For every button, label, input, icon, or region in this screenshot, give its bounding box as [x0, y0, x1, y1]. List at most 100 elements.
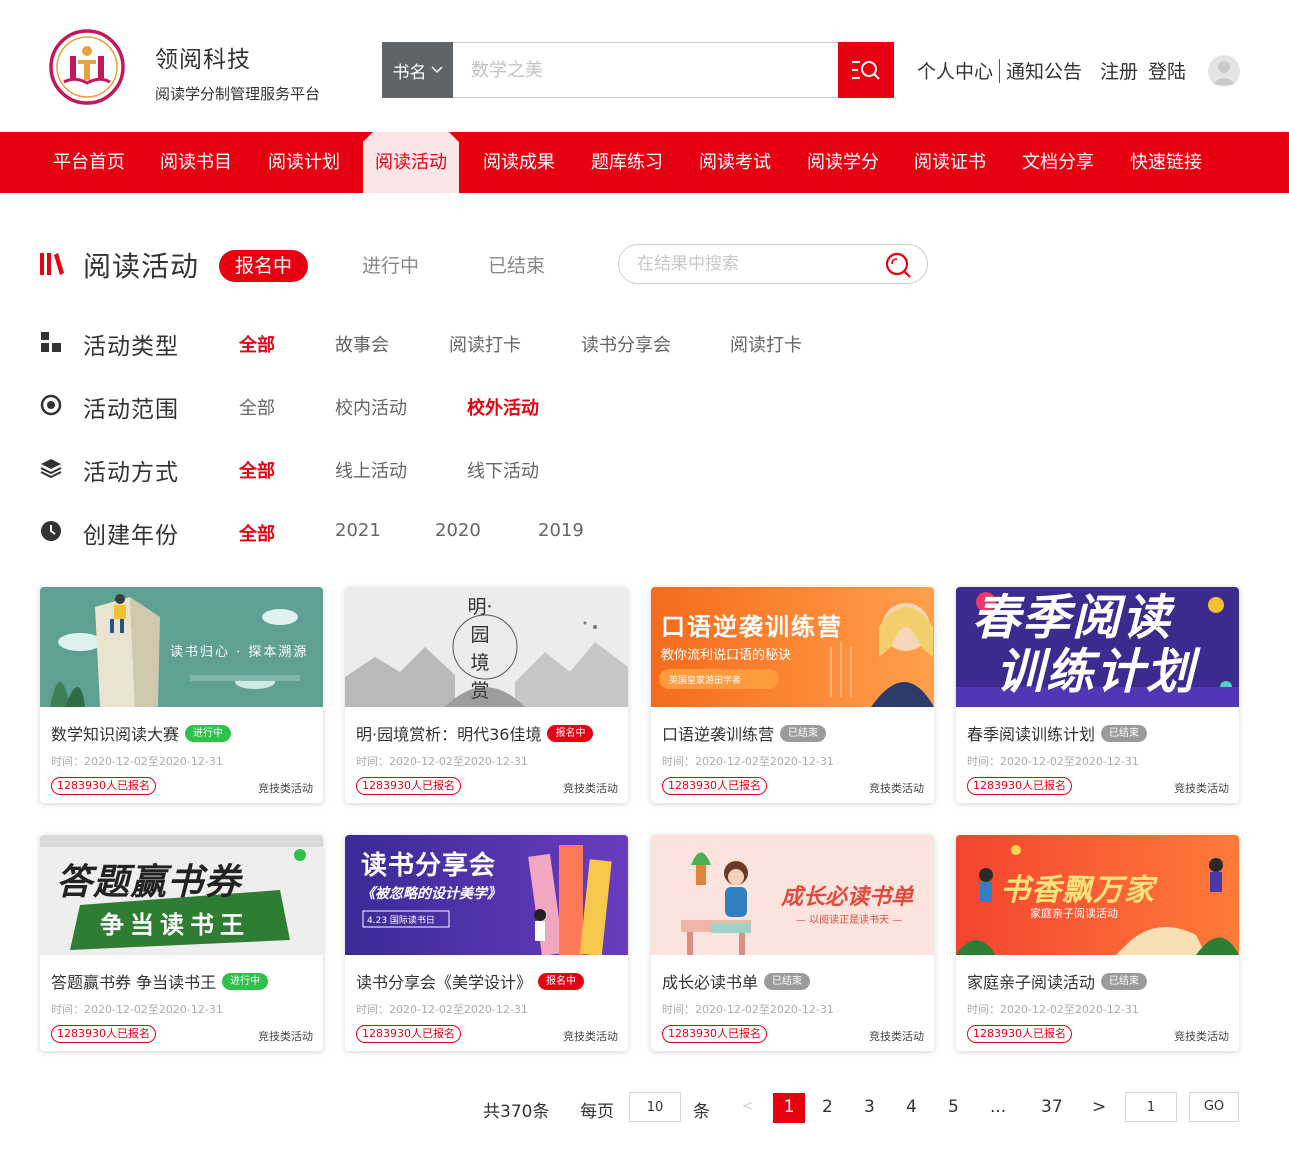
brand-logo-icon[interactable] — [48, 28, 126, 106]
filter-year-2019[interactable]: 2019 — [538, 520, 584, 541]
filter-mode-all[interactable]: 全部 — [239, 457, 275, 483]
filter-scope-campus[interactable]: 校内活动 — [335, 394, 407, 420]
filter-type-sharing[interactable]: 读书分享会 — [581, 331, 671, 357]
page-3[interactable]: 3 — [864, 1093, 875, 1123]
card-type: 竞技类活动 — [869, 1030, 924, 1043]
per-page-label: 每页 — [580, 1102, 614, 1122]
activity-card[interactable]: 书香飘万家 家庭亲子阅读活动 家庭亲子阅读活动 已结束 时间：2020-12-02… — [956, 835, 1239, 1051]
nav-item-plan[interactable]: 阅读计划 — [268, 132, 340, 193]
page-4[interactable]: 4 — [906, 1093, 917, 1123]
filter-scope-all[interactable]: 全部 — [239, 394, 275, 420]
registration-count: 1283930人已报名 — [662, 777, 767, 795]
page-2[interactable]: 2 — [822, 1093, 833, 1123]
card-banner-tag: 4.23 国际读书日 — [367, 916, 435, 926]
nav-item-booklist[interactable]: 阅读书目 — [160, 132, 232, 193]
card-title-text: 数学知识阅读大赛 — [51, 725, 180, 744]
card-banner: 成长必读书单 — 以阅读正是读书天 — — [651, 835, 934, 955]
card-title: 数学知识阅读大赛 进行中 — [51, 721, 232, 745]
activity-card[interactable]: 成长必读书单 — 以阅读正是读书天 — 成长必读书单 已结束 时间：2020-12… — [651, 835, 934, 1051]
search-input[interactable] — [453, 42, 838, 98]
card-title-text: 读书分享会《美学设计》 — [356, 973, 533, 992]
tab-ended[interactable]: 已结束 — [488, 250, 545, 282]
card-banner-subtext: 训练计划 — [996, 644, 1197, 700]
filter-mode-online[interactable]: 线上活动 — [335, 457, 407, 483]
activity-card[interactable]: 答题赢书券 争当读书王 答题赢书券 争当读书王 进行中 时间：2020-12-02… — [40, 835, 323, 1051]
card-banner: 春季阅读 训练计划 — [956, 587, 1239, 707]
register-link[interactable]: 注册 — [1100, 57, 1138, 84]
page-1[interactable]: 1 — [773, 1093, 805, 1123]
card-title: 春季阅读训练计划 已结束 — [967, 721, 1148, 745]
result-search — [618, 244, 928, 284]
card-time: 时间：2020-12-02至2020-12-31 — [51, 755, 223, 768]
nav-item-activity[interactable]: 阅读活动 — [363, 132, 459, 193]
activity-card[interactable]: 春季阅读 训练计划 春季阅读训练计划 已结束 时间：2020-12-02至2020… — [956, 587, 1239, 803]
nav-item-question-bank[interactable]: 题库练习 — [591, 132, 663, 193]
result-search-input[interactable] — [619, 254, 869, 274]
goto-page-input[interactable] — [1125, 1092, 1177, 1122]
books-icon — [40, 253, 64, 275]
card-banner-text: 读书归心 · 探本溯源 — [170, 645, 309, 660]
tab-registering[interactable]: 报名中 — [219, 250, 309, 282]
card-banner: 读书分享会 《被忽略的设计美学》 4.23 国际读书日 — [345, 835, 628, 955]
search-type-select[interactable]: 书名 — [382, 42, 453, 98]
per-page-input[interactable] — [629, 1092, 681, 1122]
card-type: 竞技类活动 — [563, 1030, 618, 1043]
filter-scope-offcampus[interactable]: 校外活动 — [467, 394, 539, 420]
card-banner-subtext: 《被忽略的设计美学》 — [361, 886, 501, 902]
card-banner-text: 明·园境 赏析 — [467, 596, 493, 702]
filter-title-type: 活动类型 — [83, 334, 179, 360]
activity-card[interactable]: 读书归心 · 探本溯源 数学知识阅读大赛 进行中 时间：2020-12-02至20… — [40, 587, 323, 803]
card-time: 时间：2020-12-02至2020-12-31 — [662, 1003, 834, 1016]
card-banner: 口语逆袭训练营 教你流利说口语的秘诀 英国皇家游田学者 — [651, 587, 934, 707]
filter-year-2020[interactable]: 2020 — [435, 520, 481, 541]
card-title: 口语逆袭训练营 已结束 — [662, 721, 827, 745]
card-banner-text: 成长必读书单 — [781, 885, 914, 910]
filter-year-2021[interactable]: 2021 — [335, 520, 381, 541]
filter-year-all[interactable]: 全部 — [239, 520, 275, 546]
nav-item-quick-links[interactable]: 快速链接 — [1130, 132, 1202, 193]
nav-item-exam[interactable]: 阅读考试 — [699, 132, 771, 193]
registration-count: 1283930人已报名 — [51, 1025, 156, 1043]
card-banner: 明·园境 赏析 — [345, 587, 628, 707]
filter-type-checkin[interactable]: 阅读打卡 — [449, 331, 521, 357]
prev-page-button[interactable]: < — [742, 1093, 753, 1123]
page-5[interactable]: 5 — [948, 1093, 959, 1123]
avatar[interactable] — [1208, 55, 1240, 87]
filter-type-checkin-2[interactable]: 阅读打卡 — [730, 331, 802, 357]
status-badge: 已结束 — [1101, 973, 1148, 990]
activity-card[interactable]: 明·园境 赏析 明·园境赏析：明代36佳境报名中 时间：2020-12-02至2… — [345, 587, 628, 803]
card-banner-subtext: — 以阅读正是读书天 — — [796, 915, 903, 926]
filter-title-scope: 活动范围 — [83, 397, 179, 423]
activity-card[interactable]: 口语逆袭训练营 教你流利说口语的秘诀 英国皇家游田学者 口语逆袭训练营 已结束 时… — [651, 587, 934, 803]
card-banner-subtext: 家庭亲子阅读活动 — [1030, 907, 1118, 920]
go-button[interactable]: GO — [1189, 1092, 1239, 1122]
layers-icon — [40, 459, 62, 479]
nav-item-home[interactable]: 平台首页 — [53, 132, 125, 193]
card-banner: 书香飘万家 家庭亲子阅读活动 — [956, 835, 1239, 955]
tab-in-progress[interactable]: 进行中 — [362, 250, 419, 282]
card-banner: 读书归心 · 探本溯源 — [40, 587, 323, 707]
page-37[interactable]: 37 — [1041, 1093, 1063, 1123]
chevron-down-icon — [430, 66, 443, 74]
filter-type-all[interactable]: 全部 — [239, 331, 275, 357]
activity-card[interactable]: 读书分享会 《被忽略的设计美学》 4.23 国际读书日 读书分享会《美学设计》报… — [345, 835, 628, 1051]
card-title: 家庭亲子阅读活动 已结束 — [967, 969, 1148, 993]
search-icon[interactable] — [885, 252, 911, 278]
search-button[interactable] — [838, 42, 894, 98]
status-badge: 报名中 — [538, 973, 585, 990]
nav-item-results[interactable]: 阅读成果 — [483, 132, 555, 193]
card-type: 竞技类活动 — [1174, 782, 1229, 795]
grid-icon — [41, 331, 62, 352]
card-type: 竞技类活动 — [563, 782, 618, 795]
card-time: 时间：2020-12-02至2020-12-31 — [662, 755, 834, 768]
nav-item-certificate[interactable]: 阅读证书 — [914, 132, 986, 193]
personal-center-link[interactable]: 个人中心 — [917, 57, 993, 84]
brand-subtitle: 阅读学分制管理服务平台 — [155, 85, 321, 103]
next-page-button[interactable]: > — [1092, 1093, 1106, 1123]
filter-type-story[interactable]: 故事会 — [335, 331, 389, 357]
nav-item-credits[interactable]: 阅读学分 — [807, 132, 879, 193]
filter-mode-offline[interactable]: 线下活动 — [467, 457, 539, 483]
login-link[interactable]: 登陆 — [1148, 57, 1186, 84]
nav-item-documents[interactable]: 文档分享 — [1022, 132, 1094, 193]
notice-link[interactable]: 通知公告 — [1006, 57, 1082, 84]
